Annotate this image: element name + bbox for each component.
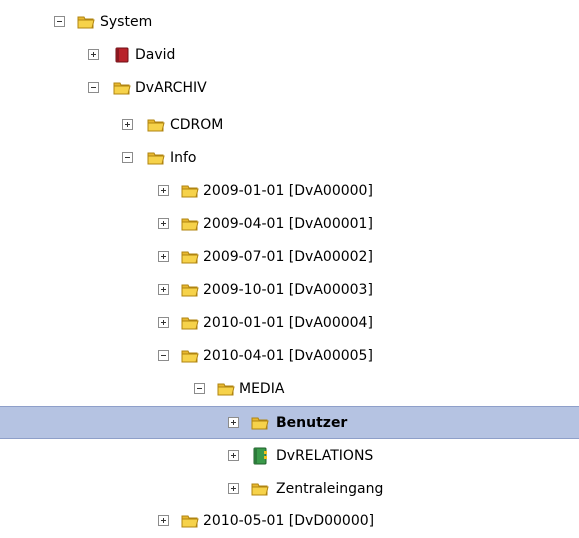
tree-node-2009-04-01[interactable]: 2009-04-01 [DvA00001]: [0, 208, 579, 241]
expand-icon[interactable]: [158, 515, 169, 526]
folder-icon: [217, 383, 235, 396]
expand-icon[interactable]: [158, 251, 169, 262]
expand-icon[interactable]: [228, 450, 239, 461]
red-book-icon: [115, 47, 129, 63]
tree-node-2010-01-01[interactable]: 2010-01-01 [DvA00004]: [0, 307, 579, 340]
tree-node-label: Zentraleingang: [276, 481, 384, 497]
tree-node-label: CDROM: [170, 117, 224, 133]
folder-icon: [181, 284, 199, 297]
tree-node-label: 2010-04-01 [DvA00005]: [203, 348, 373, 364]
tree-node-label: System: [100, 14, 153, 30]
expand-icon[interactable]: [228, 483, 239, 494]
tree-node-benutzer[interactable]: Benutzer: [0, 406, 579, 439]
tree-node-label: 2009-01-01 [DvA00000]: [203, 183, 373, 199]
tree-node-label: David: [135, 47, 176, 63]
tree-node-label: 2010-01-01 [DvA00004]: [203, 315, 373, 331]
tree-node-2010-05-01[interactable]: 2010-05-01 [DvD00000]: [0, 505, 579, 538]
collapse-icon[interactable]: [158, 350, 169, 361]
folder-icon: [181, 218, 199, 231]
expand-icon[interactable]: [158, 284, 169, 295]
tree-node-label: Info: [170, 150, 197, 166]
tree-node-system[interactable]: System: [0, 6, 579, 39]
tree-node-2009-10-01[interactable]: 2009-10-01 [DvA00003]: [0, 274, 579, 307]
tree-node-cdrom[interactable]: CDROM: [0, 109, 579, 142]
tree-node-label: 2010-05-01 [DvD00000]: [203, 513, 375, 529]
folder-icon: [147, 119, 165, 132]
expand-icon[interactable]: [158, 218, 169, 229]
folder-icon: [147, 152, 165, 165]
tree-node-2010-04-01[interactable]: 2010-04-01 [DvA00005]: [0, 340, 579, 373]
tree-node-zentraleingang[interactable]: Zentraleingang: [0, 473, 579, 506]
tree-node-label: Benutzer: [276, 415, 348, 431]
collapse-icon[interactable]: [122, 152, 133, 163]
folder-icon: [113, 82, 131, 95]
folder-icon: [181, 185, 199, 198]
tree-node-media[interactable]: MEDIA: [0, 373, 579, 406]
tree-node-dvarchiv[interactable]: DvARCHIV: [0, 72, 579, 105]
tree-node-2009-07-01[interactable]: 2009-07-01 [DvA00002]: [0, 241, 579, 274]
folder-icon: [181, 251, 199, 264]
tree-node-2009-01-01[interactable]: 2009-01-01 [DvA00000]: [0, 175, 579, 208]
tree-node-dvrelations[interactable]: DvRELATIONS: [0, 440, 579, 473]
collapse-icon[interactable]: [54, 16, 65, 27]
folder-icon: [77, 16, 95, 29]
tree-node-label: 2009-10-01 [DvA00003]: [203, 282, 373, 298]
tree-node-label: DvRELATIONS: [276, 448, 374, 464]
tree-view[interactable]: System David DvARCHIV CDROM Info 2009-01…: [0, 0, 579, 534]
tree-node-label: 2009-07-01 [DvA00002]: [203, 249, 373, 265]
expand-icon[interactable]: [88, 49, 99, 60]
expand-icon[interactable]: [158, 185, 169, 196]
folder-icon: [181, 350, 199, 363]
tree-node-label: DvARCHIV: [135, 80, 207, 96]
folder-icon: [181, 317, 199, 330]
green-book-icon: [253, 447, 267, 465]
tree-node-info[interactable]: Info: [0, 142, 579, 175]
expand-icon[interactable]: [122, 119, 133, 130]
collapse-icon[interactable]: [194, 383, 205, 394]
tree-node-label: 2009-04-01 [DvA00001]: [203, 216, 373, 232]
folder-icon: [251, 417, 269, 430]
folder-icon: [181, 515, 199, 528]
folder-icon: [251, 483, 269, 496]
collapse-icon[interactable]: [88, 82, 99, 93]
tree-node-david[interactable]: David: [0, 39, 579, 72]
tree-node-label: MEDIA: [239, 381, 285, 397]
expand-icon[interactable]: [158, 317, 169, 328]
expand-icon[interactable]: [228, 417, 239, 428]
